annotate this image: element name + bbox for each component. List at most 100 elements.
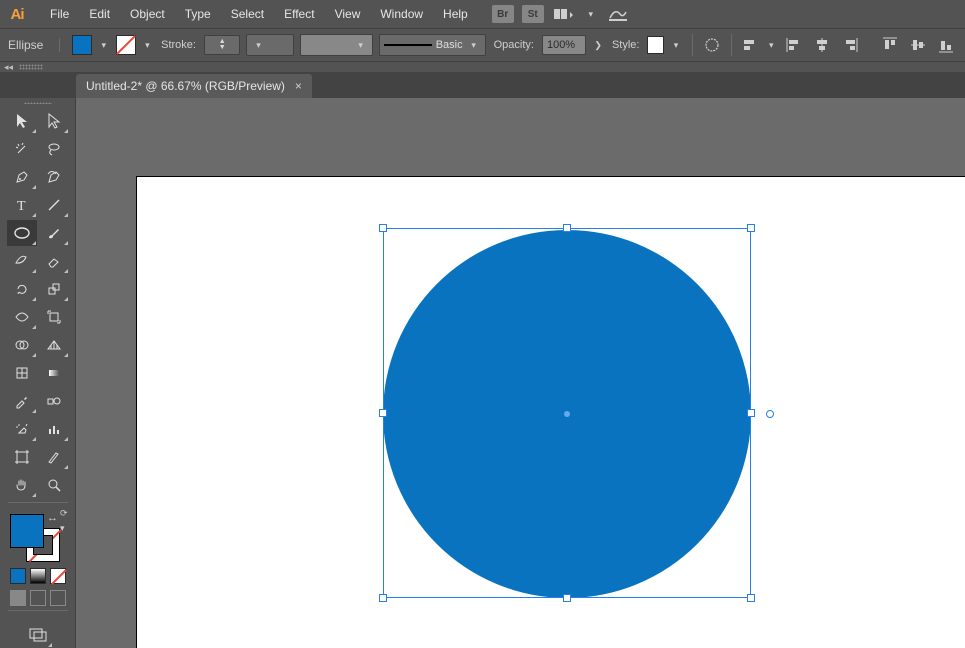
pen-tool[interactable] [7, 164, 37, 190]
blend-tool[interactable] [39, 388, 69, 414]
menu-bar: Ai File Edit Object Type Select Effect V… [0, 0, 965, 28]
ellipse-tool[interactable] [7, 220, 37, 246]
stroke-chevron-icon[interactable]: ▾ [142, 40, 154, 51]
divider [731, 34, 732, 56]
stroke-label: Stroke: [159, 39, 198, 51]
slice-tool[interactable] [39, 444, 69, 470]
align-panel-icon[interactable] [741, 35, 759, 55]
brush-def-combo[interactable]: ▾ [300, 34, 372, 56]
fill-chevron-icon[interactable]: ▾ [98, 40, 110, 51]
profile-combo[interactable]: ▾ [246, 34, 294, 56]
align-left-icon[interactable] [783, 35, 805, 55]
zoom-tool[interactable] [39, 472, 69, 498]
paintbrush-tool[interactable] [39, 220, 69, 246]
menu-object[interactable]: Object [120, 3, 175, 25]
menu-view[interactable]: View [325, 3, 371, 25]
align-vcenter-icon[interactable] [907, 35, 929, 55]
stock-icon[interactable]: St [522, 5, 544, 23]
align-panel-chevron-icon[interactable]: ▾ [766, 40, 778, 51]
style-swatch[interactable] [647, 36, 664, 54]
menu-window[interactable]: Window [370, 3, 433, 25]
stroke-swatch[interactable] [116, 35, 136, 55]
fill-swatch[interactable] [72, 35, 92, 55]
free-transform-tool[interactable] [39, 304, 69, 330]
direct-selection-tool[interactable] [39, 108, 69, 134]
selection-handle-se[interactable] [747, 594, 755, 602]
curvature-tool[interactable] [39, 164, 69, 190]
align-right-icon[interactable] [839, 35, 861, 55]
selection-tool[interactable] [7, 108, 37, 134]
menu-type[interactable]: Type [175, 3, 221, 25]
recolor-icon[interactable] [703, 35, 721, 55]
eraser-tool[interactable] [39, 248, 69, 274]
artboard-tool[interactable] [7, 444, 37, 470]
menu-edit[interactable]: Edit [79, 3, 120, 25]
selection-handle-s[interactable] [563, 594, 571, 602]
style-chevron-icon[interactable]: ▾ [670, 40, 682, 51]
chevron-down-icon[interactable]: ▾ [60, 523, 68, 534]
draw-inside[interactable] [50, 590, 66, 606]
opacity-input[interactable]: 100% [542, 35, 587, 55]
color-mode-gradient[interactable] [30, 568, 46, 584]
hand-tool[interactable] [7, 472, 37, 498]
opacity-chevron-icon[interactable]: ❯ [592, 40, 604, 51]
gpu-icon[interactable] [606, 5, 630, 23]
selection-handle-e[interactable] [747, 409, 755, 417]
color-mode-none[interactable] [50, 568, 66, 584]
document-tab[interactable]: Untitled-2* @ 66.67% (RGB/Preview) × [76, 74, 312, 98]
draw-normal[interactable] [10, 590, 26, 606]
app-logo: Ai [6, 3, 28, 25]
opacity-label: Opacity: [492, 39, 536, 51]
toolbox-grabber[interactable] [24, 102, 52, 104]
color-mode-solid[interactable] [10, 568, 26, 584]
lasso-tool[interactable] [39, 136, 69, 162]
screen-mode-tool[interactable] [23, 622, 53, 648]
rotate-tool[interactable] [7, 276, 37, 302]
stroke-weight-input[interactable]: ▲▼ [204, 35, 241, 55]
canvas[interactable] [76, 98, 965, 648]
brush-combo[interactable]: Basic ▾ [379, 34, 486, 56]
gradient-tool[interactable] [39, 360, 69, 386]
magic-wand-tool[interactable] [7, 136, 37, 162]
symbol-sprayer-tool[interactable] [7, 416, 37, 442]
cycle-icon[interactable]: ⟳ [60, 508, 68, 519]
menu-help[interactable]: Help [433, 3, 478, 25]
arrange-docs-icon[interactable] [552, 5, 576, 23]
style-label: Style: [610, 39, 642, 51]
bridge-icon[interactable]: Br [492, 5, 514, 23]
type-tool[interactable]: T [7, 192, 37, 218]
toolbox: T [0, 98, 76, 648]
swap-fill-stroke-icon[interactable]: ↔ [47, 512, 58, 524]
fill-stroke-control[interactable]: ↔ [8, 512, 60, 562]
screen-mode-row [10, 590, 66, 606]
selection-handle-sw[interactable] [379, 594, 387, 602]
control-bar: Ellipse ▾ ▾ Stroke: ▲▼ ▾ ▾ Basic ▾ Opaci… [0, 28, 965, 62]
arrange-docs-chevron-icon[interactable]: ▾ [584, 9, 598, 20]
close-tab-icon[interactable]: × [295, 79, 302, 93]
selection-handle-n[interactable] [563, 224, 571, 232]
perspective-grid-tool[interactable] [39, 332, 69, 358]
align-group [783, 35, 957, 55]
pencil-tool[interactable] [7, 248, 37, 274]
column-graph-tool[interactable] [39, 416, 69, 442]
selection-handle-ne[interactable] [747, 224, 755, 232]
align-hcenter-icon[interactable] [811, 35, 833, 55]
eyedropper-tool[interactable] [7, 388, 37, 414]
menu-effect[interactable]: Effect [274, 3, 324, 25]
scale-tool[interactable] [39, 276, 69, 302]
panel-grabber[interactable]: ◂◂ [0, 62, 965, 72]
align-top-icon[interactable] [879, 35, 901, 55]
width-tool[interactable] [7, 304, 37, 330]
mesh-tool[interactable] [7, 360, 37, 386]
align-bottom-icon[interactable] [935, 35, 957, 55]
selection-rotate-handle[interactable] [766, 410, 774, 418]
menu-file[interactable]: File [40, 3, 79, 25]
selection-handle-w[interactable] [379, 409, 387, 417]
brush-combo-label: Basic [436, 39, 463, 51]
line-segment-tool[interactable] [39, 192, 69, 218]
menu-select[interactable]: Select [221, 3, 274, 25]
shape-builder-tool[interactable] [7, 332, 37, 358]
svg-text:T: T [17, 199, 26, 213]
draw-behind[interactable] [30, 590, 46, 606]
selection-handle-nw[interactable] [379, 224, 387, 232]
